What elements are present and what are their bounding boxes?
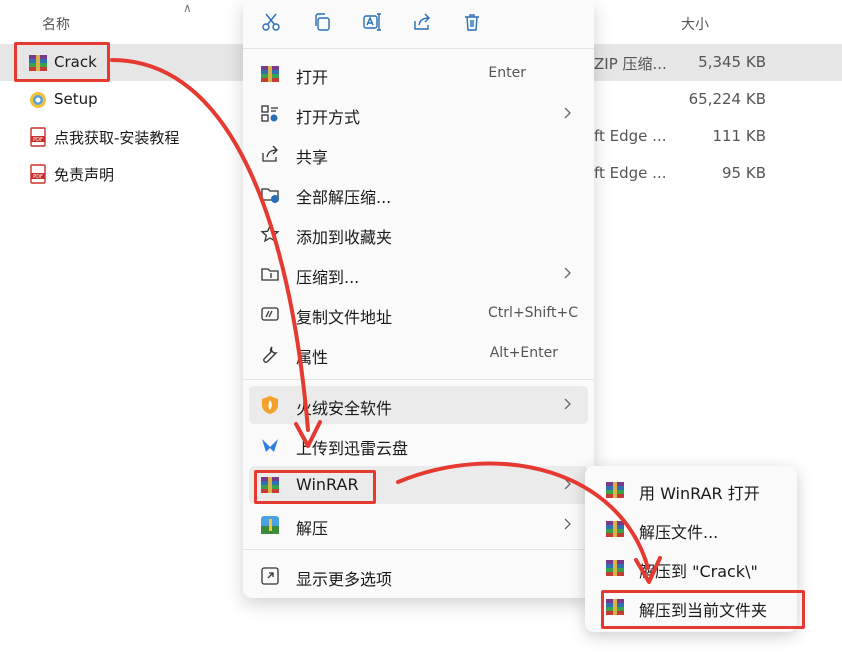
menu-item-unzip[interactable]: 解压 bbox=[249, 506, 588, 544]
menu-item-properties[interactable]: 属性 Alt+Enter bbox=[249, 335, 588, 373]
chevron-right-icon bbox=[562, 263, 574, 283]
menu-item-label: 显示更多选项 bbox=[296, 570, 393, 589]
file-type: ft Edge ... bbox=[594, 127, 667, 145]
submenu-item-extract-files[interactable]: 解压文件... bbox=[591, 510, 791, 548]
sort-ascending-icon: ∧ bbox=[183, 1, 192, 15]
menu-item-label: 压缩到... bbox=[296, 268, 360, 287]
unzip-tool-icon bbox=[260, 515, 280, 535]
svg-text:PDF: PDF bbox=[33, 174, 43, 180]
rename-icon[interactable] bbox=[355, 8, 389, 36]
pdf-file-icon: PDF bbox=[28, 127, 48, 147]
annotation-box-crack bbox=[14, 42, 110, 82]
file-size: 65,224 KB bbox=[688, 90, 766, 108]
annotation-box-winrar bbox=[254, 470, 376, 504]
chevron-right-icon bbox=[562, 394, 574, 414]
winrar-icon bbox=[260, 64, 280, 84]
menu-item-label: 打开 bbox=[296, 68, 329, 87]
menu-item-add-favorites[interactable]: 添加到收藏夹 bbox=[249, 215, 588, 253]
submenu-item-open-with-winrar[interactable]: 用 WinRAR 打开 bbox=[591, 471, 791, 509]
submenu-item-extract-to-crack[interactable]: 解压到 "Crack\" bbox=[591, 549, 791, 587]
menu-item-xunlei-upload[interactable]: 上传到迅雷云盘 bbox=[249, 426, 588, 464]
delete-icon[interactable] bbox=[455, 8, 489, 36]
folder-compress-icon bbox=[260, 264, 280, 284]
menu-item-label: 打开方式 bbox=[296, 108, 361, 127]
menu-item-extract-all[interactable]: 全部解压缩... bbox=[249, 175, 588, 213]
menu-item-label: 上传到迅雷云盘 bbox=[296, 439, 409, 458]
winrar-icon bbox=[605, 558, 625, 578]
menu-item-label: 复制文件地址 bbox=[296, 308, 393, 327]
extract-all-icon bbox=[260, 184, 280, 204]
menu-item-label: 添加到收藏夹 bbox=[296, 228, 393, 247]
file-type: ZIP 压缩... bbox=[594, 55, 667, 73]
menu-item-compress-to[interactable]: 压缩到... bbox=[249, 255, 588, 293]
setup-app-icon bbox=[28, 90, 48, 110]
context-menu: 打开 Enter 打开方式 共享 全部解压缩... 添加到收藏夹 压缩到... … bbox=[243, 0, 594, 598]
file-name: Setup bbox=[54, 90, 98, 108]
menu-item-open-with[interactable]: 打开方式 bbox=[249, 95, 588, 133]
menu-item-share[interactable]: 共享 bbox=[249, 135, 588, 173]
menu-item-label: 用 WinRAR 打开 bbox=[639, 484, 760, 503]
svg-text:PDF: PDF bbox=[33, 137, 43, 143]
winrar-icon bbox=[605, 480, 625, 500]
file-size: 111 KB bbox=[712, 127, 766, 145]
column-header-name[interactable]: 名称 bbox=[42, 14, 70, 34]
menu-item-label: 属性 bbox=[296, 348, 329, 367]
open-with-icon bbox=[260, 104, 280, 124]
file-name: 点我获取-安装教程 bbox=[54, 129, 180, 147]
menu-item-label: 解压 bbox=[296, 519, 329, 538]
chevron-right-icon bbox=[562, 514, 574, 534]
file-size: 5,345 KB bbox=[698, 53, 766, 71]
menu-divider bbox=[243, 549, 594, 550]
file-name: 免责声明 bbox=[54, 166, 115, 184]
menu-item-label: 解压到 "Crack\" bbox=[639, 562, 758, 581]
menu-item-label: 火绒安全软件 bbox=[296, 399, 393, 418]
winrar-icon bbox=[605, 519, 625, 539]
menu-item-huorong[interactable]: 火绒安全软件 bbox=[249, 386, 588, 424]
chevron-right-icon bbox=[562, 474, 574, 494]
context-menu-toolbar bbox=[243, 0, 594, 48]
annotation-box-extract-here bbox=[601, 590, 805, 629]
copy-path-icon bbox=[260, 304, 280, 324]
menu-item-shortcut: Alt+Enter bbox=[489, 345, 558, 361]
menu-item-shortcut: Ctrl+Shift+C bbox=[488, 305, 578, 321]
menu-divider bbox=[243, 48, 594, 49]
pdf-file-icon: PDF bbox=[28, 164, 48, 184]
menu-item-copy-path[interactable]: 复制文件地址 Ctrl+Shift+C bbox=[249, 295, 588, 333]
menu-item-open[interactable]: 打开 Enter bbox=[249, 55, 588, 93]
copy-icon[interactable] bbox=[305, 8, 339, 36]
chevron-right-icon bbox=[562, 103, 574, 123]
xunlei-bird-icon bbox=[260, 435, 280, 455]
more-options-icon bbox=[260, 566, 280, 586]
menu-item-shortcut: Enter bbox=[488, 65, 526, 81]
cut-icon[interactable] bbox=[254, 8, 288, 36]
share-icon[interactable] bbox=[405, 8, 439, 36]
huorong-shield-icon bbox=[260, 395, 280, 415]
menu-divider bbox=[243, 379, 594, 380]
star-icon bbox=[260, 224, 280, 244]
file-size: 95 KB bbox=[722, 164, 766, 182]
file-type: ft Edge ... bbox=[594, 164, 667, 182]
menu-item-label: 全部解压缩... bbox=[296, 188, 392, 207]
column-header-size[interactable]: 大小 bbox=[681, 14, 709, 34]
menu-item-label: 解压文件... bbox=[639, 523, 719, 542]
share-icon bbox=[260, 144, 280, 164]
wrench-icon bbox=[260, 344, 280, 364]
menu-item-label: 共享 bbox=[296, 148, 329, 167]
menu-item-show-more[interactable]: 显示更多选项 bbox=[249, 557, 588, 595]
